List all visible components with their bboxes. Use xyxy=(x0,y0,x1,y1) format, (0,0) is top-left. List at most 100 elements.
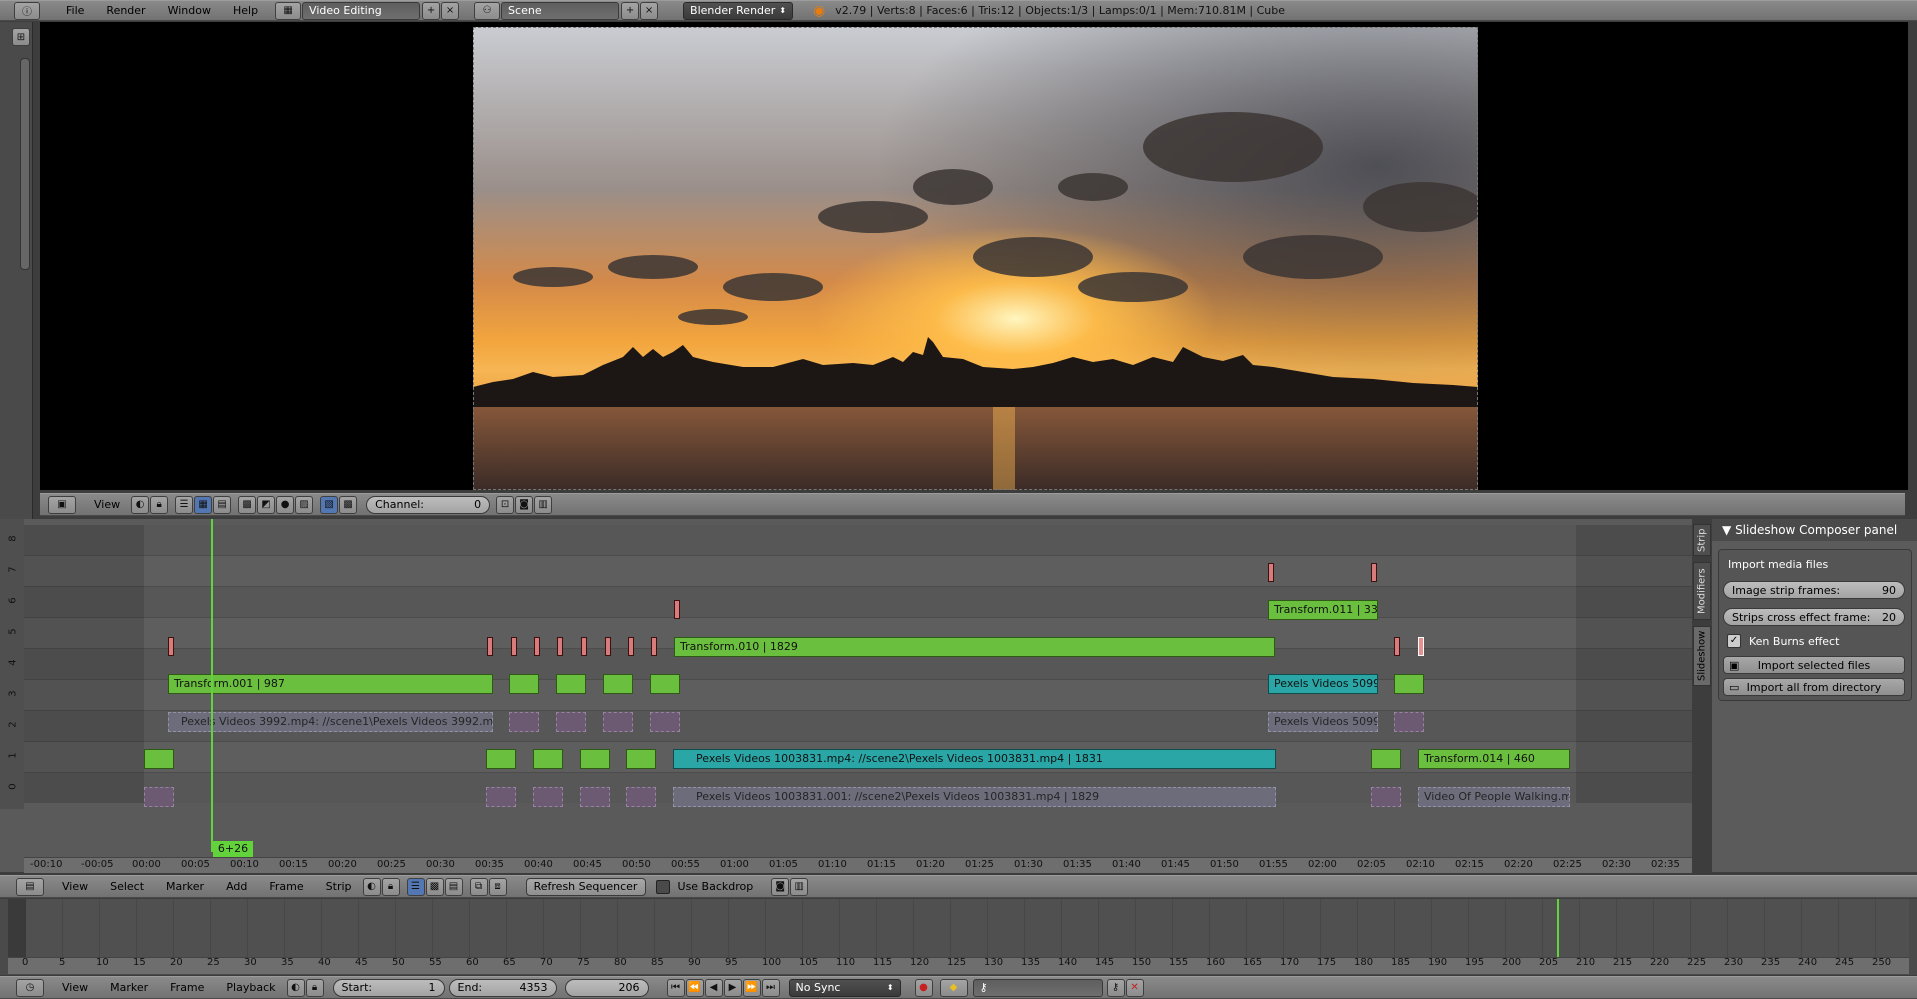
strip-sound[interactable] xyxy=(650,712,680,732)
strip-sound[interactable] xyxy=(509,712,539,732)
use-backdrop-checkbox[interactable]: Use Backdrop xyxy=(655,879,753,894)
jump-prev-key-icon[interactable]: ⏪ xyxy=(685,978,704,997)
strip-marker-selected[interactable] xyxy=(1418,637,1424,656)
strip-transform[interactable] xyxy=(509,674,539,694)
preview-ghost-icon[interactable]: ⊡ xyxy=(496,495,515,514)
strip-sound[interactable] xyxy=(486,787,516,807)
strip-sound[interactable] xyxy=(144,787,174,807)
preview-lock-icon[interactable]: 🔒︎ xyxy=(150,495,169,514)
image-strip-frames-field[interactable]: Image strip frames: 90 xyxy=(1723,581,1905,599)
strip-transform-010[interactable]: Transform.010 | 1829 xyxy=(674,637,1275,657)
jump-next-key-icon[interactable]: ⏩ xyxy=(742,978,761,997)
preview-alpha-icon[interactable]: ▩ xyxy=(339,495,358,514)
strip-transform-001[interactable]: Transform.001 | 987 xyxy=(168,674,493,694)
menu-file[interactable]: File xyxy=(55,4,95,17)
record-icon[interactable]: ● xyxy=(914,978,933,997)
current-frame-field[interactable]: 206 xyxy=(564,978,649,997)
strip-sound[interactable] xyxy=(1371,787,1401,807)
preview-mode-icon[interactable]: ▦ xyxy=(194,495,213,514)
screen-layout-field[interactable]: Video Editing xyxy=(302,1,421,20)
add-scene-icon[interactable]: + xyxy=(621,1,640,20)
preview-editor-type-icon[interactable]: ▣ xyxy=(48,495,76,514)
strip-transform[interactable] xyxy=(1394,674,1424,694)
strip-sound[interactable] xyxy=(1394,712,1424,732)
preview-display-icon[interactable]: ◐ xyxy=(131,495,150,514)
strip-marker[interactable] xyxy=(674,600,680,619)
sequencer-playhead[interactable] xyxy=(211,519,213,852)
strip-transform[interactable] xyxy=(1371,749,1401,769)
preview-camera-icon[interactable]: ◙ xyxy=(515,495,534,514)
strip-sound[interactable] xyxy=(533,787,563,807)
strip-marker[interactable] xyxy=(168,637,174,656)
strip-transform[interactable] xyxy=(580,749,610,769)
preview-channel-r-icon[interactable]: ◩ xyxy=(257,495,276,514)
strip-marker[interactable] xyxy=(1371,563,1377,582)
strip-pexels-1003831[interactable]: Pexels Videos 1003831.mp4: //scene2\Pexe… xyxy=(673,749,1276,769)
seq-lock-icon[interactable]: 🔒︎ xyxy=(381,877,400,896)
tl-menu-marker[interactable]: Marker xyxy=(99,981,159,994)
tl-lock-icon[interactable]: 🔒︎ xyxy=(305,978,324,997)
strip-marker[interactable] xyxy=(557,637,563,656)
end-frame-field[interactable]: End: 4353 xyxy=(448,978,557,997)
side-tab-modifiers[interactable]: Modifiers xyxy=(1693,562,1711,620)
seq-menu-select[interactable]: Select xyxy=(99,880,155,893)
tl-menu-frame[interactable]: Frame xyxy=(159,981,215,994)
jump-start-icon[interactable]: ⏮ xyxy=(666,978,685,997)
left-scrollbar[interactable] xyxy=(20,58,30,270)
strip-pexels-5099-b[interactable]: Pexels Videos 5099. xyxy=(1268,712,1378,732)
preview-checker-icon[interactable]: ▩ xyxy=(238,495,257,514)
preview-image-icon[interactable]: ▨ xyxy=(295,495,314,514)
scene-icon[interactable]: ⚇ xyxy=(474,1,501,20)
preview-channel-g-icon[interactable]: ● xyxy=(276,495,295,514)
seq-menu-add[interactable]: Add xyxy=(215,880,258,893)
strip-transform[interactable] xyxy=(144,749,174,769)
strip-pexels-1003831-001[interactable]: Pexels Videos 1003831.001: //scene2\Pexe… xyxy=(673,787,1276,807)
seq-display-icon[interactable]: ◐ xyxy=(362,877,381,896)
remove-scene-icon[interactable]: × xyxy=(640,1,659,20)
strip-people-walking[interactable]: Video Of People Walking.mp xyxy=(1418,787,1570,807)
strip-marker[interactable] xyxy=(1268,563,1274,582)
preview-overlay-icon[interactable]: ▧ xyxy=(320,495,339,514)
remove-layout-icon[interactable]: × xyxy=(441,1,460,20)
timeline-editor-type-icon[interactable]: ◷ xyxy=(16,978,44,997)
preview-split-icon[interactable]: ▤ xyxy=(213,495,232,514)
preview-seq-icon[interactable]: ☰ xyxy=(175,495,194,514)
strip-sound[interactable] xyxy=(603,712,633,732)
strip-marker[interactable] xyxy=(605,637,611,656)
strip-marker[interactable] xyxy=(651,637,657,656)
strip-transform-011[interactable]: Transform.011 | 33 xyxy=(1268,600,1378,620)
strip-transform[interactable] xyxy=(650,674,680,694)
info-editor-type-icon[interactable]: ⓘ xyxy=(14,1,40,20)
seq-snap-icon[interactable]: ⧉ xyxy=(469,877,488,896)
strip-transform-014[interactable]: Transform.014 | 460 xyxy=(1418,749,1570,769)
jump-end-icon[interactable]: ⏭ xyxy=(761,978,780,997)
strip-transform[interactable] xyxy=(486,749,516,769)
side-tab-strip-label[interactable]: Strip xyxy=(1693,524,1711,556)
preview-clapboard-icon[interactable]: ▥ xyxy=(534,495,553,514)
sync-dropdown[interactable]: No Sync ⬍ xyxy=(788,978,901,997)
play-reverse-icon[interactable]: ◀ xyxy=(704,978,723,997)
seq-menu-strip[interactable]: Strip xyxy=(315,880,363,893)
strip-transform[interactable] xyxy=(603,674,633,694)
time-ruler[interactable]: -00:10 -00:05 00:00 00:05 00:10 00:15 00… xyxy=(24,857,1692,873)
insert-keyframe-icon[interactable]: ⚷ xyxy=(1106,978,1125,997)
scene-field[interactable]: Scene xyxy=(501,1,620,20)
strip-transform[interactable] xyxy=(533,749,563,769)
ken-burns-checkbox[interactable]: ✓ Ken Burns effect xyxy=(1727,634,1839,648)
strip-sound[interactable] xyxy=(580,787,610,807)
keying-set-field[interactable]: ⚷ xyxy=(972,978,1103,997)
timeline-playhead[interactable] xyxy=(1557,899,1559,957)
slideshow-panel-header[interactable]: ▼ Slideshow Composer panel xyxy=(1712,519,1917,541)
seq-clapboard-icon[interactable]: ▥ xyxy=(790,877,809,896)
render-engine-dropdown[interactable]: Blender Render ⬍ xyxy=(683,1,794,20)
import-directory-button[interactable]: ▭ Import all from directory xyxy=(1723,678,1905,696)
preview-view-menu[interactable]: View xyxy=(83,498,131,511)
keying-set-icon[interactable]: ◆ xyxy=(939,978,968,997)
strip-marker[interactable] xyxy=(534,637,540,656)
menu-help[interactable]: Help xyxy=(222,4,269,17)
strip-marker[interactable] xyxy=(581,637,587,656)
tl-menu-playback[interactable]: Playback xyxy=(215,981,286,994)
strip-transform[interactable] xyxy=(556,674,586,694)
refresh-sequencer-button[interactable]: Refresh Sequencer xyxy=(525,877,646,896)
play-icon[interactable]: ▶ xyxy=(723,978,742,997)
